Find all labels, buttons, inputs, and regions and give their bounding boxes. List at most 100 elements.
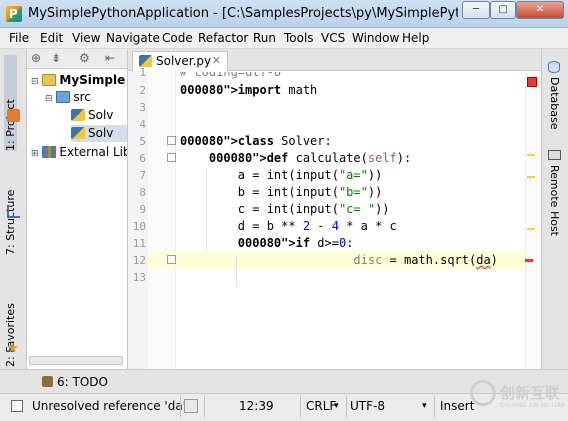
- todo-icon: [42, 376, 53, 387]
- hide-panel-icon[interactable]: ⇤: [105, 51, 115, 65]
- close-button[interactable]: ✕: [516, 1, 564, 19]
- tree-row-project[interactable]: ⊟ MySimple: [31, 72, 125, 89]
- close-tab-icon[interactable]: ✕: [212, 52, 221, 70]
- editor-tab-bar: Solver.py ✕: [128, 49, 541, 71]
- fold-marker-icon[interactable]: [167, 153, 176, 162]
- minimize-button[interactable]: ─: [462, 1, 490, 19]
- expand-toggle-icon[interactable]: ⊞: [31, 149, 39, 159]
- tree-row-file-selected[interactable]: Solv: [71, 125, 127, 142]
- error-indicator-icon[interactable]: [527, 77, 537, 87]
- sync-icon[interactable]: ⊕: [31, 51, 41, 65]
- menu-run[interactable]: Run: [253, 31, 276, 45]
- dropdown-icon[interactable]: ▾: [422, 401, 427, 411]
- tab-label: Solver.py: [156, 54, 212, 68]
- code-line: 000080">class Solver:: [180, 134, 332, 148]
- python-file-icon: [71, 127, 85, 139]
- todo-label: 6: TODO: [57, 375, 108, 389]
- tab-database[interactable]: Database: [548, 77, 561, 130]
- left-tool-stripe: 1: Project 7: Structure 2: Favorites ★: [0, 49, 27, 369]
- code-line: c = int(input("c= ")): [180, 202, 390, 216]
- watermark-logo: 创新互联 CHUANG XIN HU LIAN: [470, 378, 566, 418]
- menu-refactor[interactable]: Refactor: [198, 31, 248, 45]
- folder-icon: [42, 74, 57, 86]
- menu-edit[interactable]: Edit: [40, 31, 63, 45]
- collapse-toggle-icon[interactable]: ⊟: [45, 94, 53, 104]
- error-marker[interactable]: [525, 259, 533, 262]
- fold-marker-icon[interactable]: [167, 136, 176, 145]
- line-number: 12: [132, 254, 146, 267]
- code-line: d = b ** 2 - 4 * a * c: [180, 219, 397, 233]
- tree-label: Solv: [88, 108, 114, 122]
- database-icon: [548, 61, 560, 73]
- title-bar: P MySimplePythonApplication - [C:\Sample…: [0, 0, 568, 28]
- separator: [204, 396, 205, 418]
- dropdown-icon[interactable]: ▾: [334, 401, 339, 411]
- tree-row-src[interactable]: ⊟ src: [45, 89, 91, 106]
- line-number: 6: [139, 152, 146, 165]
- tree-row-file[interactable]: Solv: [71, 107, 113, 124]
- encoding-selector[interactable]: UTF-8: [350, 399, 385, 413]
- code-line-error: disc = math.sqrt(da): [353, 253, 498, 267]
- line-number: 8: [139, 186, 146, 199]
- line-number: 3: [139, 101, 146, 114]
- watermark-text: 创新互联: [500, 384, 561, 402]
- project-toolbar: ⊕ ⇟ ⚙ ⇤: [27, 49, 127, 69]
- right-tool-stripe: Database Remote Host: [541, 49, 568, 369]
- warning-marker[interactable]: [527, 154, 535, 156]
- tab-solver-py[interactable]: Solver.py ✕: [132, 51, 228, 71]
- menu-view[interactable]: View: [72, 31, 100, 45]
- project-panel: ⊕ ⇟ ⚙ ⇤ ⊟ MySimple ⊟ src Solv Solv ⊞ Ext…: [27, 49, 128, 369]
- line-number: 10: [132, 220, 146, 233]
- remote-host-icon: [548, 150, 561, 160]
- code-line: 000080">import math: [180, 83, 318, 97]
- menu-navigate[interactable]: Navigate: [106, 31, 160, 45]
- source-folder-icon: [56, 91, 71, 103]
- code-line: 000080">if d>=0:: [237, 236, 354, 250]
- window-title: MySimplePythonApplication - [C:\SamplesP…: [28, 6, 458, 21]
- separator: [180, 396, 181, 418]
- tree-row-external-libraries[interactable]: ⊞ External Libr: [31, 144, 127, 161]
- line-number: 13: [132, 271, 146, 284]
- library-icon: [42, 146, 57, 158]
- code-line: a = int(input("a=")): [180, 168, 383, 182]
- horizontal-scrollbar[interactable]: [29, 356, 123, 365]
- menu-bar: File Edit View Navigate Code Refactor Ru…: [0, 28, 568, 49]
- line-separator-selector[interactable]: CRLF: [306, 399, 336, 413]
- watermark-emblem-icon: [470, 380, 496, 406]
- python-file-icon: [71, 109, 85, 121]
- tree-label: Solv: [88, 126, 114, 140]
- star-icon: ★: [7, 341, 19, 356]
- tab-project-label: 1: Project: [4, 99, 17, 151]
- structure-icon: [7, 205, 20, 218]
- menu-file[interactable]: File: [9, 31, 29, 45]
- tab-project[interactable]: 1: Project: [4, 55, 17, 151]
- caret-position[interactable]: 12:39: [239, 399, 274, 413]
- tab-structure[interactable]: 7: Structure: [4, 145, 17, 255]
- menu-code[interactable]: Code: [162, 31, 193, 45]
- fold-end-marker-icon[interactable]: [167, 255, 176, 264]
- menu-vcs[interactable]: VCS: [321, 31, 345, 45]
- warning-marker[interactable]: [527, 176, 535, 178]
- line-number: 9: [139, 203, 146, 216]
- tab-structure-label: 7: Structure: [4, 189, 17, 255]
- line-number: 5: [139, 135, 146, 148]
- collapse-all-icon[interactable]: ⇟: [51, 51, 61, 65]
- line-number: 4: [139, 118, 146, 131]
- menu-help[interactable]: Help: [402, 31, 429, 45]
- tool-windows-toggle-icon[interactable]: [11, 400, 23, 412]
- code-line: 000080">def calculate(self):: [208, 151, 412, 165]
- tree-label: src: [73, 90, 91, 104]
- menu-tools[interactable]: Tools: [284, 31, 314, 45]
- line-number: 2: [139, 84, 146, 97]
- tab-remote-host[interactable]: Remote Host: [548, 165, 561, 236]
- gear-icon[interactable]: ⚙: [79, 51, 90, 65]
- error-stripe: [525, 71, 541, 369]
- menu-window[interactable]: Window: [352, 31, 399, 45]
- line-number: 1: [139, 66, 146, 79]
- warning-marker[interactable]: [527, 228, 535, 230]
- line-number: 7: [139, 169, 146, 182]
- collapse-toggle-icon[interactable]: ⊟: [31, 77, 39, 87]
- tab-todo[interactable]: 6: TODO: [42, 375, 108, 389]
- tree-label: MySimple: [59, 73, 126, 87]
- maximize-button[interactable]: □: [490, 1, 516, 19]
